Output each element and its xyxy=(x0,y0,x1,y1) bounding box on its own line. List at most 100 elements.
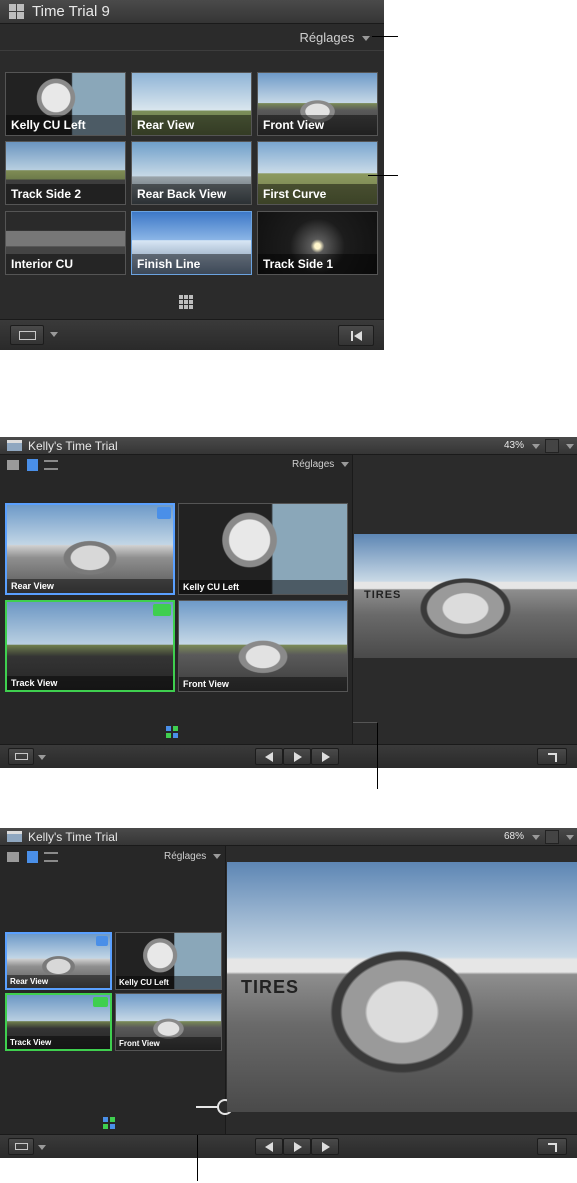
angle-tile[interactable]: Track Side 2 xyxy=(5,141,126,205)
angle-tile-active-video[interactable]: Rear View xyxy=(5,932,112,990)
angle-viewer-panel-1: Time Trial 9 Réglages Kelly CU Left Rear… xyxy=(0,0,384,350)
angle-tile[interactable]: Kelly CU Left xyxy=(5,72,126,136)
video-badge-icon xyxy=(96,936,108,946)
filmstrip-icon xyxy=(15,1143,28,1150)
go-to-end-button[interactable] xyxy=(311,1138,339,1155)
chevron-down-icon[interactable] xyxy=(50,332,58,337)
view-options-icon[interactable] xyxy=(545,830,559,844)
audio-badge-icon xyxy=(93,997,108,1007)
angle-tile[interactable]: First Curve xyxy=(257,141,378,205)
play-button[interactable] xyxy=(283,1138,311,1155)
callout-line xyxy=(377,723,378,789)
bottom-toolbar xyxy=(0,1134,577,1158)
go-to-start-button[interactable] xyxy=(255,748,283,765)
bank-switcher-icon[interactable] xyxy=(103,1117,115,1129)
settings-menu[interactable]: Réglages xyxy=(292,459,350,470)
window-title: Kelly's Time Trial xyxy=(28,439,118,453)
angle-label: Front View xyxy=(258,115,377,135)
video-badge-icon xyxy=(157,507,171,519)
angle-label: Kelly CU Left xyxy=(116,976,221,989)
switch-video-only-icon[interactable] xyxy=(27,459,38,471)
angle-label: Finish Line xyxy=(132,254,251,274)
switch-audio-only-icon[interactable] xyxy=(44,460,58,470)
bank-switcher-icon[interactable] xyxy=(166,726,178,738)
fullscreen-button[interactable] xyxy=(537,1138,567,1155)
angle-tile[interactable]: Track Side 1 xyxy=(257,211,378,275)
bank-switcher-icon[interactable] xyxy=(179,295,193,309)
angle-label: Track Side 1 xyxy=(258,254,377,274)
switch-audio-only-icon[interactable] xyxy=(44,852,58,862)
go-to-end-button[interactable] xyxy=(311,748,339,765)
angle-tile[interactable]: Front View xyxy=(115,993,222,1051)
viewer-sign-text: TIRES xyxy=(241,977,300,997)
angle-display-button[interactable] xyxy=(10,325,44,345)
angle-tile-active-audio[interactable]: Track View xyxy=(5,993,112,1051)
angle-tile[interactable]: Finish Line xyxy=(131,211,252,275)
play-button[interactable] xyxy=(283,748,311,765)
view-options-icon[interactable] xyxy=(545,439,559,453)
chevron-down-icon[interactable] xyxy=(566,835,574,840)
chevron-down-icon[interactable] xyxy=(532,835,540,840)
settings-label: Réglages xyxy=(299,30,355,45)
angle-label: First Curve xyxy=(258,184,377,204)
settings-menu[interactable]: Réglages xyxy=(299,30,370,45)
window-title: Time Trial 9 xyxy=(32,3,110,20)
angle-tile[interactable]: Rear View xyxy=(131,72,252,136)
resize-handle[interactable] xyxy=(196,1106,218,1108)
titlebar: Kelly's Time Trial 68% xyxy=(0,828,577,846)
angle-grid-icon xyxy=(9,4,24,19)
expand-icon xyxy=(548,1143,557,1152)
angle-tile[interactable]: Front View xyxy=(257,72,378,136)
viewer-sign-text: TIRES xyxy=(364,589,402,601)
switch-video-audio-icon[interactable] xyxy=(7,852,19,862)
switch-video-audio-icon[interactable] xyxy=(7,460,19,470)
angle-tile[interactable]: Rear Back View xyxy=(131,141,252,205)
audio-badge-icon xyxy=(153,604,171,616)
bottom-toolbar xyxy=(0,744,577,768)
zoom-level[interactable]: 43% xyxy=(504,440,524,451)
angle-label: Kelly CU Left xyxy=(6,115,125,135)
chevron-down-icon xyxy=(362,36,370,42)
settings-menu[interactable]: Réglages xyxy=(164,851,222,862)
angle-tile[interactable]: Interior CU xyxy=(5,211,126,275)
chevron-down-icon[interactable] xyxy=(38,1145,46,1150)
filmstrip-icon xyxy=(15,753,28,760)
angle-tile-active-audio[interactable]: Track View xyxy=(5,600,175,692)
angle-tile[interactable]: Kelly CU Left xyxy=(115,932,222,990)
fullscreen-button[interactable] xyxy=(537,748,567,765)
angle-label: Front View xyxy=(179,677,347,691)
zoom-level[interactable]: 68% xyxy=(504,831,524,842)
clapper-icon xyxy=(7,831,22,842)
skip-back-icon xyxy=(351,331,353,341)
angle-label: Kelly CU Left xyxy=(179,580,347,594)
angle-display-button[interactable] xyxy=(8,1138,34,1155)
window-title: Kelly's Time Trial xyxy=(28,830,118,844)
skip-forward-icon xyxy=(322,1142,330,1152)
expand-icon xyxy=(548,753,557,762)
go-to-start-button[interactable] xyxy=(338,325,374,346)
angle-switch-area: Réglages Rear View Kelly CU Left Track V… xyxy=(0,455,353,744)
angle-tile-active-video[interactable]: Rear View xyxy=(5,503,175,595)
chevron-down-icon xyxy=(341,461,350,467)
angle-tile[interactable]: Kelly CU Left xyxy=(178,503,348,595)
bottom-toolbar xyxy=(0,319,384,350)
callout-line xyxy=(372,36,398,37)
chevron-down-icon[interactable] xyxy=(566,444,574,449)
play-icon xyxy=(294,1142,302,1152)
angle-display-button[interactable] xyxy=(8,748,34,765)
clapper-icon xyxy=(7,440,22,451)
chevron-down-icon xyxy=(213,853,222,859)
viewer-image: TIRES xyxy=(354,534,577,658)
chevron-down-icon[interactable] xyxy=(38,755,46,760)
angle-tile[interactable]: Front View xyxy=(178,600,348,692)
angle-label: Track View xyxy=(7,676,173,690)
switch-video-only-icon[interactable] xyxy=(27,851,38,863)
play-icon xyxy=(294,752,302,762)
chevron-down-icon[interactable] xyxy=(532,444,540,449)
angle-label: Track Side 2 xyxy=(6,184,125,204)
go-to-start-button[interactable] xyxy=(255,1138,283,1155)
callout-line xyxy=(368,175,398,176)
angle-label: Rear View xyxy=(7,579,173,593)
angle-viewer-panel-3: Kelly's Time Trial 68% Réglages Rear Vie… xyxy=(0,828,577,1158)
resize-handle[interactable] xyxy=(353,722,377,723)
